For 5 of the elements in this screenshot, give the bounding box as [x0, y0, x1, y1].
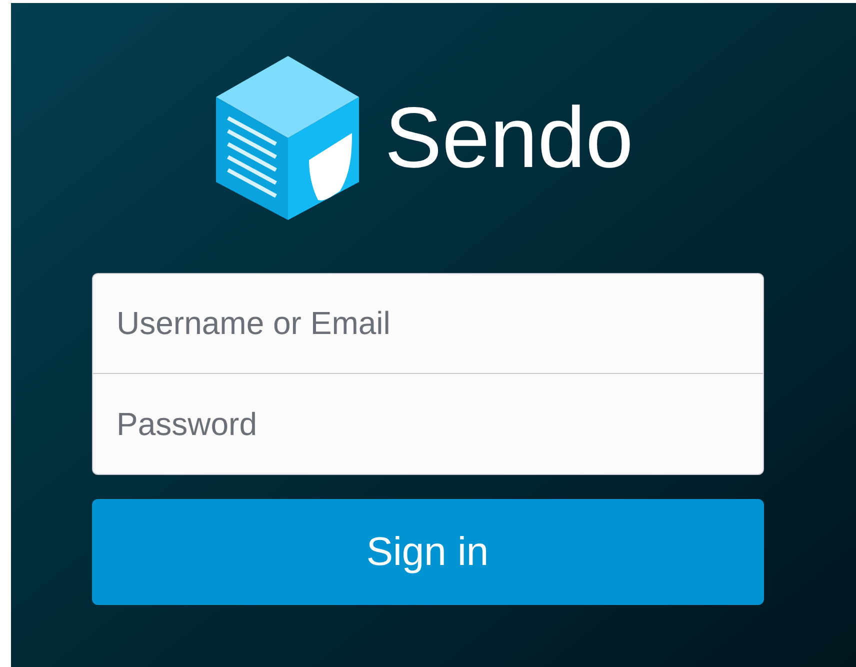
- sign-in-button[interactable]: Sign in: [92, 499, 764, 605]
- username-field[interactable]: Username or Email: [92, 273, 764, 374]
- brand-name: Sendo: [384, 95, 634, 181]
- cube-logo-icon: [216, 56, 359, 220]
- password-field[interactable]: Password: [92, 374, 764, 475]
